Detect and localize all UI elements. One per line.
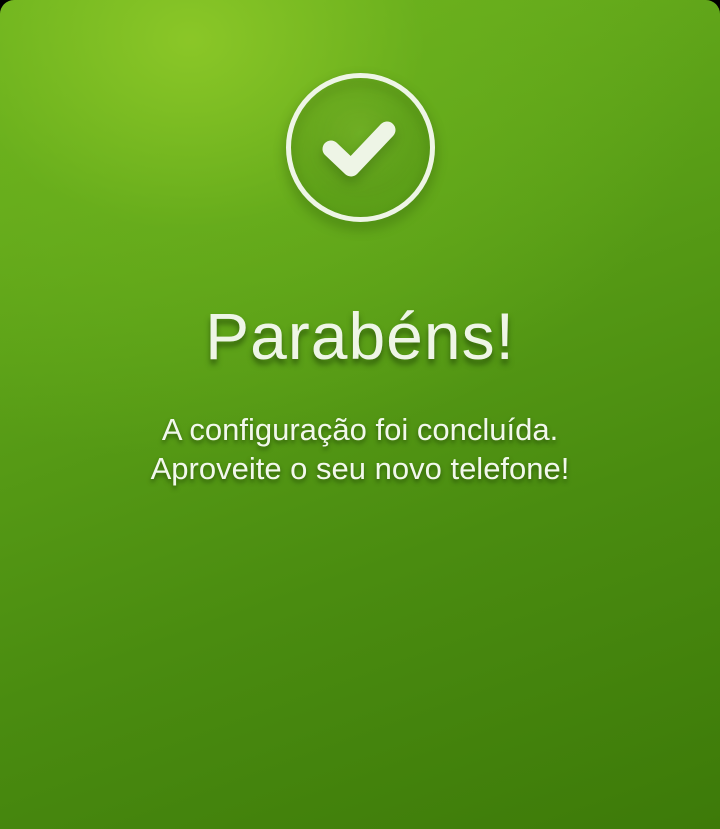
check-circle-icon [285, 72, 436, 223]
setup-complete-screen: Parabéns! A configuração foi concluída. … [0, 0, 720, 829]
completion-message-line-1: A configuração foi concluída. [161, 412, 559, 447]
congratulations-title: Parabéns! [205, 299, 515, 373]
completion-message: A configuração foi concluída. Aproveite … [0, 410, 720, 488]
completion-message-line-2: Aproveite o seu novo telefone! [150, 451, 570, 486]
